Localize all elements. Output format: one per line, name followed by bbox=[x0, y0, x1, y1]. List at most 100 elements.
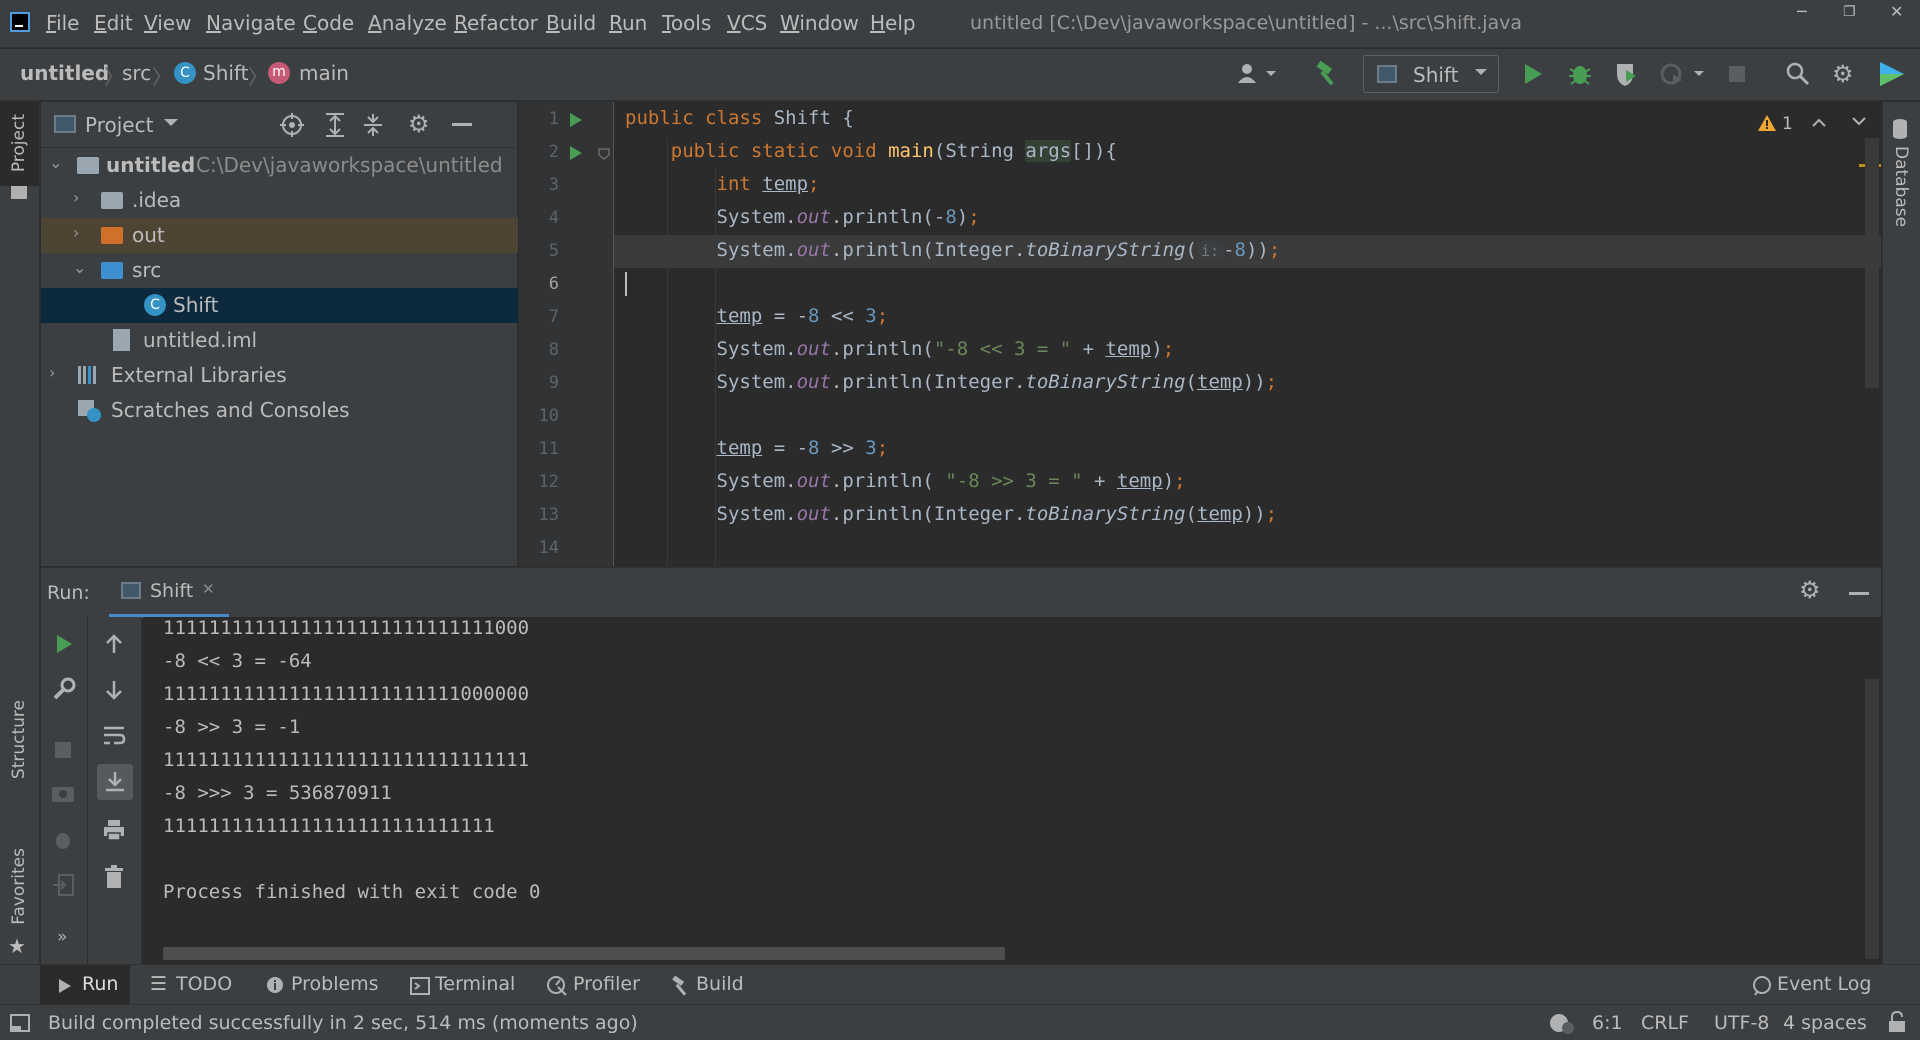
tab-profiler[interactable]: Profiler bbox=[573, 973, 640, 995]
breadcrumb-src[interactable]: src bbox=[122, 61, 151, 85]
code-editor[interactable]: 1 2 3 4 5 6 7 8 9 10 11 12 13 14 public … bbox=[519, 102, 1881, 566]
chevron-right-icon[interactable]: › bbox=[73, 188, 79, 207]
tree-item-shift[interactable]: C Shift bbox=[41, 288, 518, 323]
fold-icon[interactable] bbox=[597, 147, 611, 161]
console-horizontal-scrollbar[interactable] bbox=[163, 947, 1005, 960]
project-view-select[interactable]: Project bbox=[85, 113, 153, 137]
menu-analyze[interactable]: Analyze bbox=[368, 11, 447, 35]
tree-item-iml[interactable]: untitled.iml bbox=[41, 323, 518, 358]
chevron-down-icon[interactable]: ⌄ bbox=[73, 258, 86, 277]
minimize-icon[interactable]: ─ bbox=[1797, 2, 1807, 21]
breadcrumb-project[interactable]: untitled bbox=[20, 61, 109, 85]
exit-icon[interactable] bbox=[51, 873, 75, 897]
scratches-icon bbox=[77, 399, 103, 423]
menu-refactor[interactable]: Refactor bbox=[454, 11, 538, 35]
restore-icon[interactable]: ❐ bbox=[1843, 4, 1856, 20]
rerun-icon[interactable] bbox=[54, 633, 74, 655]
tab-terminal[interactable]: Terminal bbox=[435, 973, 515, 995]
arrow-down-icon[interactable] bbox=[103, 679, 125, 701]
chevron-right-icon[interactable]: › bbox=[49, 363, 55, 382]
tree-item-root[interactable]: ⌄ untitled C:\Dev\javaworkspace\untitled bbox=[41, 148, 518, 183]
console-output[interactable]: 11111111111111111111111111111000 -8 << 3… bbox=[143, 617, 1881, 964]
editor-scrollbar[interactable] bbox=[1865, 138, 1879, 388]
tree-item-out[interactable]: › out bbox=[41, 218, 518, 253]
tree-item-src[interactable]: ⌄ src bbox=[41, 253, 518, 288]
caret-position[interactable]: 6:1 bbox=[1592, 1012, 1623, 1034]
print-icon[interactable] bbox=[102, 819, 126, 841]
structure-tool-tab[interactable]: Structure bbox=[0, 692, 39, 802]
tab-run[interactable]: Run bbox=[40, 965, 130, 1005]
settings-icon[interactable]: ⚙ bbox=[408, 110, 430, 138]
tool-windows-icon[interactable] bbox=[10, 1014, 30, 1032]
chevron-down-icon[interactable]: ⌄ bbox=[49, 153, 62, 172]
debug-icon[interactable] bbox=[1568, 61, 1592, 87]
settings-icon[interactable]: ⚙ bbox=[1832, 60, 1854, 88]
line-separator[interactable]: CRLF bbox=[1641, 1012, 1689, 1034]
search-icon[interactable] bbox=[1785, 61, 1811, 87]
breadcrumb-class[interactable]: Shift bbox=[203, 61, 248, 85]
menu-view[interactable]: View bbox=[144, 11, 191, 35]
tree-item-scratches[interactable]: Scratches and Consoles bbox=[41, 393, 518, 428]
close-tab-icon[interactable]: ✕ bbox=[202, 580, 215, 598]
soft-wrap-icon[interactable] bbox=[102, 725, 126, 747]
warning-icon[interactable] bbox=[1757, 114, 1777, 132]
tab-todo[interactable]: TODO bbox=[176, 973, 232, 995]
vcs-status-icon[interactable] bbox=[1546, 1011, 1576, 1035]
menu-edit[interactable]: Edit bbox=[94, 11, 133, 35]
file-encoding[interactable]: UTF-8 bbox=[1714, 1012, 1769, 1034]
locate-icon[interactable] bbox=[279, 112, 305, 138]
camera-icon[interactable] bbox=[51, 783, 75, 803]
more-icon[interactable]: » bbox=[57, 927, 67, 947]
hide-panel-icon[interactable] bbox=[1849, 592, 1869, 595]
settings-icon[interactable]: ⚙ bbox=[1799, 576, 1821, 604]
tree-item-external-libraries[interactable]: › External Libraries bbox=[41, 358, 518, 393]
menu-build[interactable]: Build bbox=[546, 11, 596, 35]
run-gutter-icon[interactable] bbox=[568, 111, 584, 129]
collapse-all-icon[interactable] bbox=[361, 112, 385, 138]
arrow-up-icon[interactable] bbox=[103, 633, 125, 655]
trash-icon[interactable] bbox=[103, 865, 125, 889]
menu-file[interactable]: File bbox=[46, 11, 79, 35]
run-gutter-icon[interactable] bbox=[568, 144, 584, 162]
lock-icon[interactable] bbox=[1887, 1011, 1907, 1033]
debug-disabled-icon[interactable] bbox=[51, 828, 75, 852]
close-icon[interactable]: ✕ bbox=[1890, 2, 1903, 21]
profiler-icon[interactable] bbox=[1660, 61, 1706, 87]
expand-all-icon[interactable] bbox=[323, 112, 347, 138]
scroll-to-end-button[interactable] bbox=[97, 764, 133, 800]
favorites-tool-tab[interactable]: Favorites ★ bbox=[0, 840, 39, 958]
stop-icon[interactable] bbox=[55, 742, 71, 758]
tab-build[interactable]: Build bbox=[696, 973, 744, 995]
chevron-down-icon[interactable] bbox=[163, 116, 179, 130]
hide-panel-icon[interactable] bbox=[452, 123, 472, 126]
indent-setting[interactable]: 4 spaces bbox=[1783, 1012, 1867, 1034]
menu-navigate[interactable]: Navigate bbox=[206, 11, 296, 35]
tab-problems[interactable]: Problems bbox=[291, 973, 379, 995]
breadcrumb-method[interactable]: main bbox=[299, 61, 349, 85]
menu-code[interactable]: Code bbox=[303, 11, 354, 35]
coverage-icon[interactable] bbox=[1614, 61, 1640, 87]
menu-window[interactable]: Window bbox=[780, 11, 859, 35]
console-vertical-scrollbar[interactable] bbox=[1865, 679, 1879, 959]
run-tab-shift[interactable]: Shift ✕ bbox=[109, 568, 229, 618]
chevron-down-icon[interactable] bbox=[1851, 116, 1867, 128]
menu-run[interactable]: Run bbox=[609, 11, 647, 35]
hammer-icon[interactable] bbox=[1313, 60, 1341, 88]
menu-help[interactable]: Help bbox=[870, 11, 916, 35]
database-tool-tab[interactable]: Database bbox=[1883, 118, 1920, 238]
status-message[interactable]: Build completed successfully in 2 sec, 5… bbox=[48, 1012, 638, 1034]
run-config-select[interactable]: Shift bbox=[1363, 55, 1499, 93]
stop-icon[interactable] bbox=[1729, 66, 1745, 82]
warning-count[interactable]: 1 bbox=[1782, 114, 1793, 134]
wrench-icon[interactable] bbox=[52, 677, 76, 701]
tab-event-log[interactable]: Event Log bbox=[1777, 973, 1871, 995]
ide-features-icon[interactable] bbox=[1878, 60, 1906, 88]
chevron-up-icon[interactable] bbox=[1811, 116, 1827, 128]
user-icon[interactable] bbox=[1236, 61, 1280, 85]
menu-vcs[interactable]: VCS bbox=[727, 11, 767, 35]
run-icon[interactable] bbox=[1522, 62, 1544, 86]
project-tool-tab[interactable]: Project bbox=[0, 102, 39, 199]
menu-tools[interactable]: Tools bbox=[662, 11, 711, 35]
tree-item-idea[interactable]: › .idea bbox=[41, 183, 518, 218]
chevron-right-icon[interactable]: › bbox=[73, 223, 79, 242]
